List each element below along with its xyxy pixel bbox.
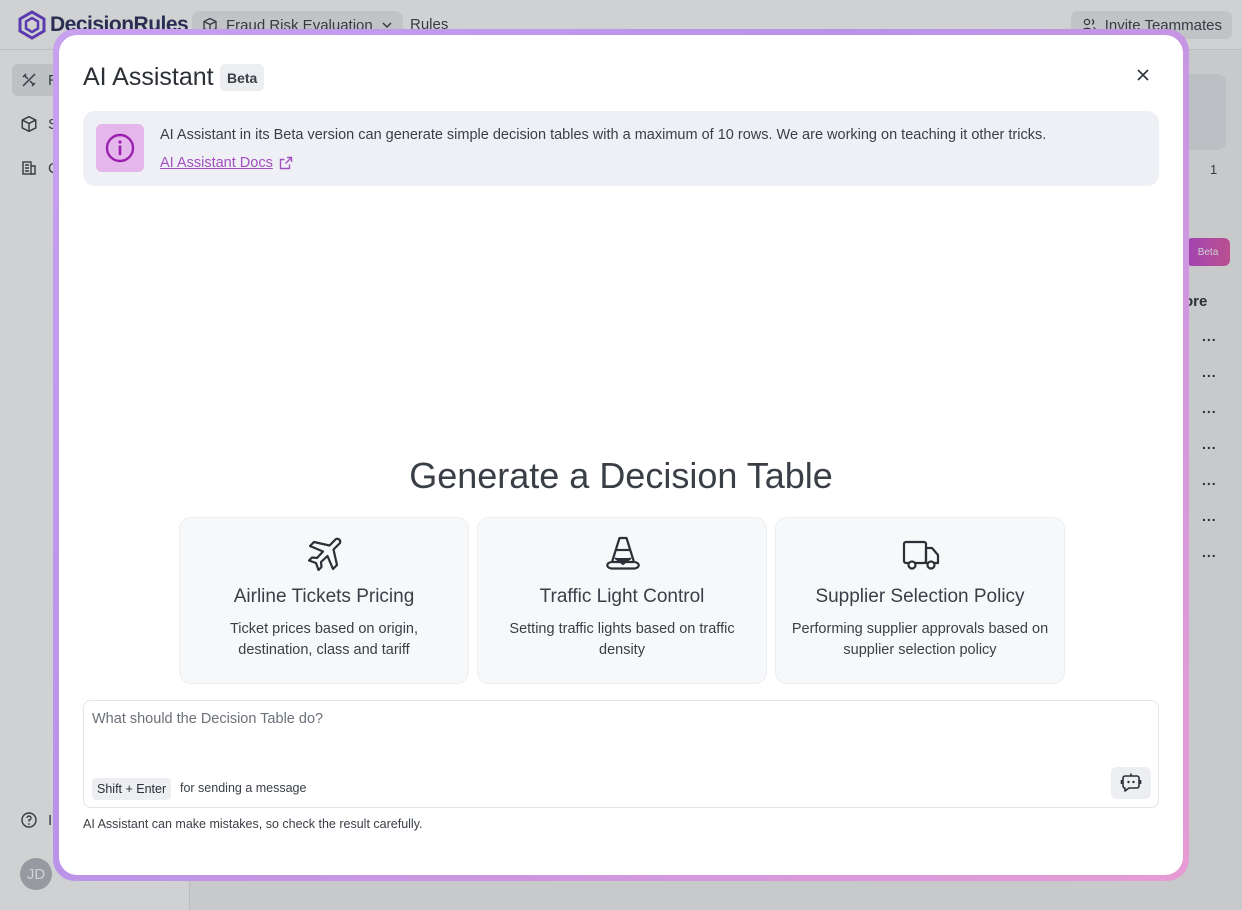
template-title: Supplier Selection Policy	[815, 586, 1025, 607]
info-icon	[96, 124, 144, 172]
template-description: Performing supplier approvals based on s…	[791, 621, 1049, 658]
send-button[interactable]	[1111, 767, 1151, 799]
disclaimer-text: AI Assistant can make mistakes, so check…	[83, 817, 423, 831]
prompt-box: Shift + Enter for sending a message	[83, 700, 1159, 808]
modal-title: AI Assistant	[83, 63, 214, 91]
template-card-airline[interactable]: Airline Tickets Pricing Ticket prices ba…	[179, 517, 469, 684]
prompt-input[interactable]	[92, 711, 1092, 761]
template-card-traffic[interactable]: Traffic Light Control Setting traffic li…	[477, 517, 767, 684]
close-icon	[1137, 69, 1149, 81]
beta-badge: Beta	[220, 64, 265, 91]
template-title: Traffic Light Control	[539, 586, 705, 607]
shortcut-key: Shift + Enter	[92, 778, 172, 800]
template-description: Setting traffic lights based on traffic …	[509, 621, 735, 658]
ai-assistant-docs-link[interactable]: AI Assistant Docs	[160, 155, 293, 171]
close-button[interactable]	[1131, 63, 1155, 87]
info-banner: AI Assistant in its Beta version can gen…	[83, 111, 1159, 186]
airplane-icon	[307, 537, 342, 572]
docs-link-label: AI Assistant Docs	[160, 155, 273, 171]
generate-heading: Generate a Decision Table	[409, 455, 833, 496]
template-title: Airline Tickets Pricing	[233, 586, 415, 607]
info-text: AI Assistant in its Beta version can gen…	[160, 127, 1047, 143]
bot-message-icon	[1120, 773, 1142, 792]
template-card-supplier[interactable]: Supplier Selection Policy Performing sup…	[775, 517, 1065, 684]
traffic-cone-icon	[606, 536, 640, 570]
external-link-icon	[279, 156, 293, 170]
ai-assistant-modal: AI Assistant Beta AI Assistant in its Be…	[59, 35, 1183, 875]
template-description: Ticket prices based on origin, destinati…	[229, 621, 419, 658]
shortcut-hint: for sending a message	[180, 781, 307, 795]
truck-icon	[902, 540, 940, 570]
